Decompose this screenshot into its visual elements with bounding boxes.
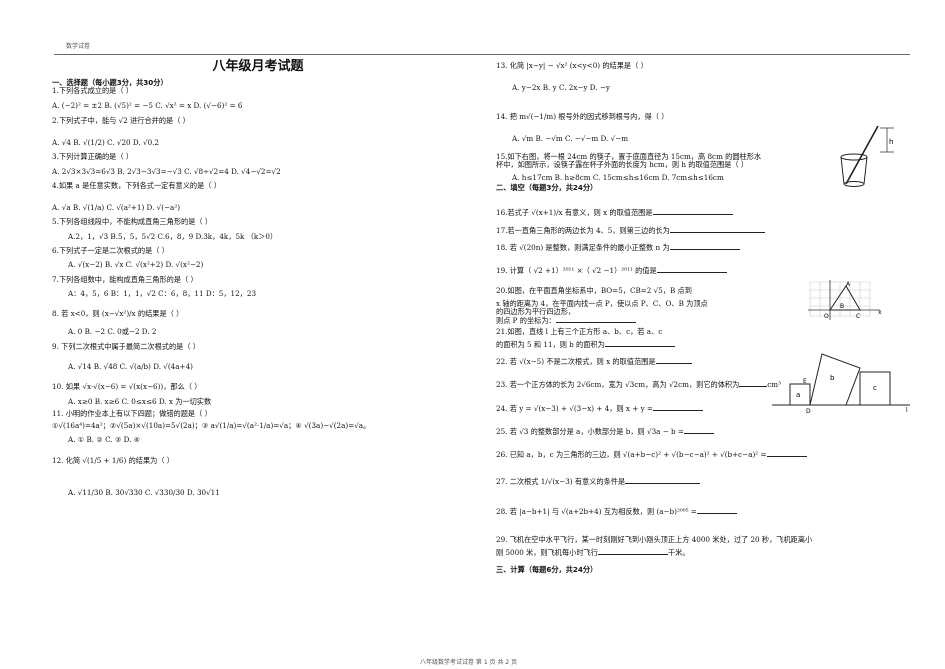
header-rule [54, 54, 910, 55]
squares-figure: a b c D E l [772, 353, 910, 415]
question-1: 1.下列各式成立的是（ ） [52, 86, 134, 96]
question-14: 14. 把 m√(−1/m) 根号外的因式移到根号内，得（ ） [496, 111, 669, 121]
question-9-options: A. √14 B. √48 C. √(a/b) D. √(4a+4) [68, 362, 193, 371]
question-29-line2: 刚 5000 米，则飞机每小时飞行 千米。 [496, 548, 690, 558]
question-3: 3.下列计算正确的是（ ） [52, 152, 134, 162]
question-3-options: A. 2√3×3√3=6√3 B. 2√3−3√3=−√3 C. √8÷√2=4… [52, 166, 281, 176]
question-7: 7.下列各组数中，能构成直角三角形的是（ ） [52, 274, 198, 284]
question-5-options: A.2，1，√3 B.5，5，5√2 C.6，8，9 D.3k，4k，5k （k… [68, 231, 278, 241]
question-8-options: A. 0 B. −2 C. 0或−2 D. 2 [68, 327, 157, 337]
figure-label-c: c [873, 384, 877, 392]
question-10: 10. 如果 √x·√(x−6) = √(x(x−6))，那么（ ） [52, 382, 202, 392]
question-2-options: A. √4 B. √(1/2) C. √20 D. √0.2 [52, 138, 159, 148]
question-7-options: A：4，5，6 B：1，1，√2 C：6，8，11 D：5，12，23 [68, 288, 257, 298]
figure-label-O: O [824, 313, 829, 320]
cup-chopstick-figure: h [840, 125, 894, 187]
figure-label-D: D [806, 408, 811, 415]
question-21-line2: 的面积为 5 和 11，则 b 的面积为 [496, 340, 916, 349]
question-9: 9. 下列二次根式中属于最简二次根式的是（ ） [52, 341, 200, 351]
figure-label-l: l [906, 407, 908, 414]
question-16: 16.若式子 √(x+1)/x 有意义，则 x 的取值范围是 [496, 208, 916, 217]
question-29-line1: 29. 飞机在空中水平飞行，某一时刻刚好飞到小刚头顶正上方 4000 米处，过了… [496, 535, 813, 545]
question-28: 28. 若 |a−b+1| 与 √(a+2b+4) 互为相反数，则 (a−b)²… [496, 507, 916, 516]
question-4-options: A. √a B. √(1/a) C. √(a²+1) D. √(−a²) [52, 203, 181, 213]
question-11-options: A. ① B. ② C. ③ D. ④ [68, 435, 141, 445]
question-18: 18. 若 √(20n) 是整数，则满足条件的最小正整数 n 为 [496, 243, 916, 252]
question-4: 4.如果 a 是任意实数，下列各式一定有意义的是（ ） [52, 180, 221, 190]
figure-label-a: a [796, 391, 800, 399]
question-19: 19. 计算（ √2 +1）²⁰¹¹ ×（ √2 −1）²⁰¹¹ 的值是 [496, 266, 916, 275]
question-21-line1: 21.如图，直线 l 上有三个正方形 a、b、c，若 a、c [496, 326, 663, 336]
question-13: 13. 化简 |x−y| − √x² (x<y<0) 的结果是（ ） [496, 61, 648, 70]
page-title: 八年级月考试题 [212, 59, 304, 74]
question-26: 26. 已知 a，b，c 为三角形的三边，则 √(a+b−c)² + √(b−c… [496, 450, 916, 459]
section-calc-heading: 三、计算（每题6分，共24分） [496, 564, 598, 574]
question-6-options: A. √(x−2) B. √x C. √(x²+2) D. √(x²−2) [68, 260, 204, 270]
question-13-options: A. y−2x B. y C. 2x−y D. −y [512, 83, 610, 93]
question-11-statements: ①√(16a⁴)=4a²；②√(5a)×√(10a)=5√(2a)；③ a√(1… [52, 421, 371, 431]
question-12: 12. 化简 √(1/5 + 1/6) 的结果为（ ） [52, 455, 174, 465]
page-footer: 八年级数学考试试卷 第 1 页 共 2 页 [420, 659, 518, 666]
question-1-options: A. (−2)² = ±2 B. (√5)² = −5 C. √x² = x D… [52, 100, 243, 110]
question-10-options: A. x≥0 B. x≥6 C. 0≤x≤6 D. x 为一切实数 [68, 396, 212, 406]
figure-label-E: E [803, 378, 807, 385]
question-2: 2.下列式子中，能与 √2 进行合并的是（ ） [52, 115, 190, 125]
question-12-options: A. √11/30 B. 30√330 C. √330/30 D. 30√11 [68, 487, 220, 497]
question-17: 17.若一直角三角形的两边长为 4、5，则第三边的长为 [496, 226, 916, 235]
coordinate-figure: A B C O x [808, 280, 882, 320]
question-6: 6.下列式子一定是二次根式的是（ ） [52, 246, 169, 256]
question-11: 11. 小明的作业本上有以下四题；做错的题是（ ） [52, 408, 212, 418]
figure-label-h: h [889, 138, 893, 146]
question-25: 25. 若 √3 的整数部分是 a，小数部分是 b，则 √3a − b = [496, 427, 916, 436]
figure-label-x: x [878, 309, 882, 316]
left-column: 八年级月考试题 一、选择题（每小题3分，共30分） 1.下列各式成立的是（ ） … [52, 58, 464, 497]
header-subject: 数学试卷 [66, 43, 91, 50]
figure-label-C: C [856, 313, 860, 320]
question-5: 5.下列各组线段中，不能构成直角三角形的是（ ） [52, 217, 213, 227]
figure-label-b: b [830, 374, 835, 382]
question-27: 27. 二次根式 1/√(x−3) 有意义的条件是 [496, 477, 916, 486]
question-8: 8. 若 x<0，则 (x−√x²)/x 的结果是（ ） [52, 309, 184, 319]
figure-label-B: B [840, 303, 844, 310]
